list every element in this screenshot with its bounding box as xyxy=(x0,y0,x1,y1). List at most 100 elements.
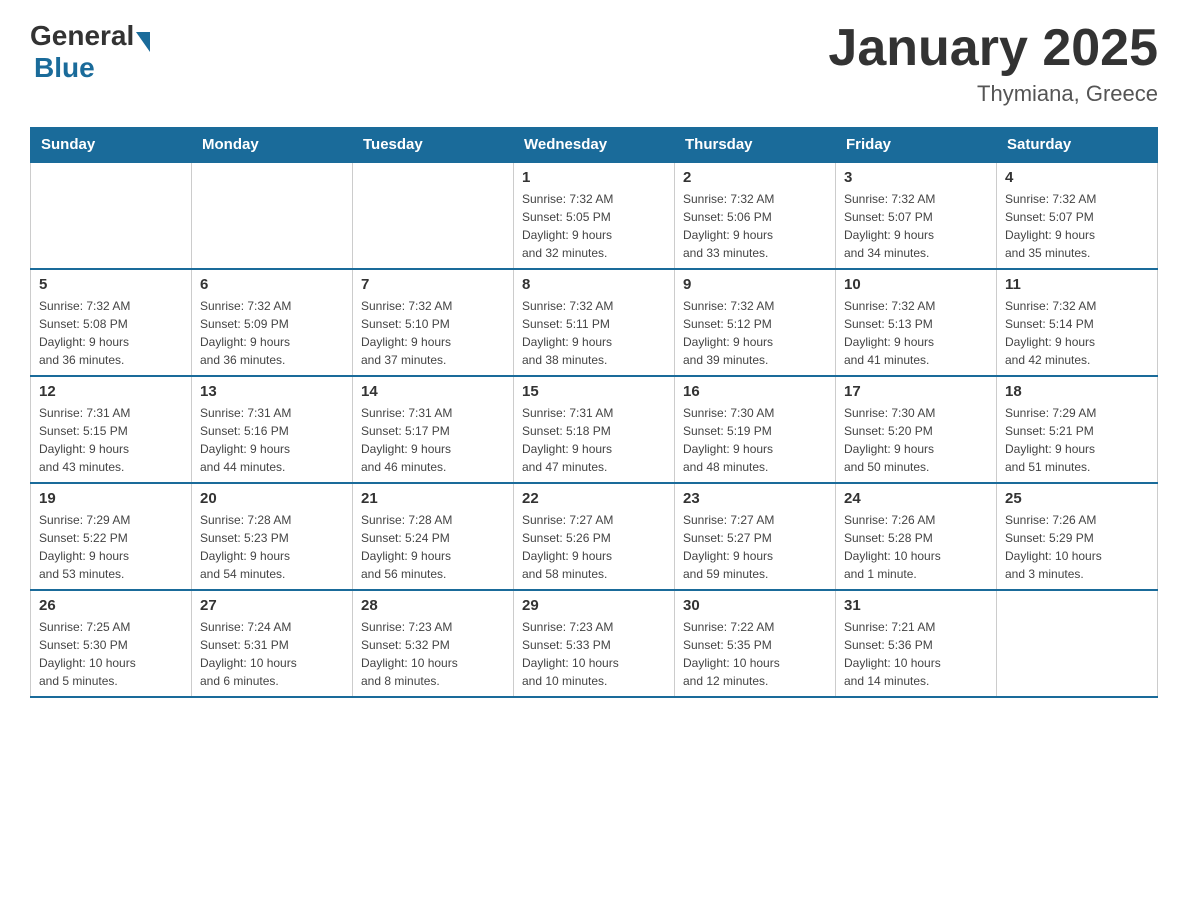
day-number: 1 xyxy=(522,169,666,186)
day-of-week-header: Wednesday xyxy=(514,128,675,163)
calendar-day-cell: 9Sunrise: 7:32 AMSunset: 5:12 PMDaylight… xyxy=(675,269,836,376)
calendar-day-cell: 4 Sunrise: 7:32 AMSunset: 5:07 PMDaylight… xyxy=(997,162,1158,269)
calendar-day-cell: 29Sunrise: 7:23 AMSunset: 5:33 PMDayligh… xyxy=(514,590,675,697)
calendar-day-cell: 5Sunrise: 7:32 AMSunset: 5:08 PMDaylight… xyxy=(31,269,192,376)
day-number: 14 xyxy=(361,383,505,400)
day-info-text: Sunrise: 7:32 AMSunset: 5:07 PMDaylight:… xyxy=(844,190,988,262)
calendar-week-row: 1 Sunrise: 7:32 AMSunset: 5:05 PMDaylight… xyxy=(31,162,1158,269)
day-info-text: Sunrise: 7:31 AMSunset: 5:15 PMDaylight:… xyxy=(39,404,183,476)
calendar-day-cell: 7 Sunrise: 7:32 AMSunset: 5:10 PMDaylight… xyxy=(353,269,514,376)
logo-blue-text: Blue xyxy=(34,52,150,84)
calendar-day-cell: 15Sunrise: 7:31 AMSunset: 5:18 PMDayligh… xyxy=(514,376,675,483)
day-number: 12 xyxy=(39,383,183,400)
day-info-text: Sunrise: 7:32 AMSunset: 5:11 PMDaylight:… xyxy=(522,297,666,369)
day-info-text: Sunrise: 7:21 AMSunset: 5:36 PMDaylight:… xyxy=(844,618,988,690)
day-info-text: Sunrise: 7:26 AMSunset: 5:28 PMDaylight:… xyxy=(844,511,988,583)
day-number: 20 xyxy=(200,490,344,507)
calendar-day-cell: 11 Sunrise: 7:32 AMSunset: 5:14 PMDayligh… xyxy=(997,269,1158,376)
calendar-day-cell: 30Sunrise: 7:22 AMSunset: 5:35 PMDayligh… xyxy=(675,590,836,697)
day-info-text: Sunrise: 7:28 AMSunset: 5:23 PMDaylight:… xyxy=(200,511,344,583)
day-info-text: Sunrise: 7:29 AMSunset: 5:21 PMDaylight:… xyxy=(1005,404,1149,476)
day-info-text: Sunrise: 7:24 AMSunset: 5:31 PMDaylight:… xyxy=(200,618,344,690)
calendar-day-cell: 19 Sunrise: 7:29 AMSunset: 5:22 PMDayligh… xyxy=(31,483,192,590)
day-number: 19 xyxy=(39,490,183,507)
day-info-text: Sunrise: 7:32 AMSunset: 5:06 PMDaylight:… xyxy=(683,190,827,262)
day-number: 22 xyxy=(522,490,666,507)
day-info-text: Sunrise: 7:32 AMSunset: 5:10 PMDaylight:… xyxy=(361,297,505,369)
day-info-text: Sunrise: 7:26 AMSunset: 5:29 PMDaylight:… xyxy=(1005,511,1149,583)
calendar-day-cell: 18 Sunrise: 7:29 AMSunset: 5:21 PMDayligh… xyxy=(997,376,1158,483)
day-info-text: Sunrise: 7:23 AMSunset: 5:32 PMDaylight:… xyxy=(361,618,505,690)
day-info-text: Sunrise: 7:27 AMSunset: 5:27 PMDaylight:… xyxy=(683,511,827,583)
day-info-text: Sunrise: 7:32 AMSunset: 5:08 PMDaylight:… xyxy=(39,297,183,369)
calendar-day-cell: 22 Sunrise: 7:27 AMSunset: 5:26 PMDayligh… xyxy=(514,483,675,590)
day-number: 25 xyxy=(1005,490,1149,507)
calendar-day-cell xyxy=(353,162,514,269)
calendar-title-block: January 2025 Thymiana, Greece xyxy=(828,20,1158,107)
logo: General Blue xyxy=(30,20,150,84)
day-number: 7 xyxy=(361,276,505,293)
calendar-day-cell: 27 Sunrise: 7:24 AMSunset: 5:31 PMDayligh… xyxy=(192,590,353,697)
day-info-text: Sunrise: 7:27 AMSunset: 5:26 PMDaylight:… xyxy=(522,511,666,583)
calendar-day-cell: 3 Sunrise: 7:32 AMSunset: 5:07 PMDaylight… xyxy=(836,162,997,269)
day-number: 4 xyxy=(1005,169,1149,186)
day-info-text: Sunrise: 7:32 AMSunset: 5:05 PMDaylight:… xyxy=(522,190,666,262)
day-number: 18 xyxy=(1005,383,1149,400)
day-of-week-header: Monday xyxy=(192,128,353,163)
day-number: 26 xyxy=(39,597,183,614)
calendar-week-row: 12 Sunrise: 7:31 AMSunset: 5:15 PMDayligh… xyxy=(31,376,1158,483)
day-number: 30 xyxy=(683,597,827,614)
day-number: 10 xyxy=(844,276,988,293)
day-number: 28 xyxy=(361,597,505,614)
calendar-day-cell: 31 Sunrise: 7:21 AMSunset: 5:36 PMDayligh… xyxy=(836,590,997,697)
day-number: 27 xyxy=(200,597,344,614)
calendar-day-cell: 10 Sunrise: 7:32 AMSunset: 5:13 PMDayligh… xyxy=(836,269,997,376)
calendar-header-row: SundayMondayTuesdayWednesdayThursdayFrid… xyxy=(31,128,1158,163)
calendar-day-cell xyxy=(997,590,1158,697)
calendar-day-cell: 13 Sunrise: 7:31 AMSunset: 5:16 PMDayligh… xyxy=(192,376,353,483)
day-number: 29 xyxy=(522,597,666,614)
logo-triangle-icon xyxy=(136,32,150,52)
day-of-week-header: Saturday xyxy=(997,128,1158,163)
day-info-text: Sunrise: 7:31 AMSunset: 5:17 PMDaylight:… xyxy=(361,404,505,476)
calendar-day-cell: 12 Sunrise: 7:31 AMSunset: 5:15 PMDayligh… xyxy=(31,376,192,483)
day-number: 31 xyxy=(844,597,988,614)
calendar-day-cell: 16Sunrise: 7:30 AMSunset: 5:19 PMDayligh… xyxy=(675,376,836,483)
calendar-day-cell: 28 Sunrise: 7:23 AMSunset: 5:32 PMDayligh… xyxy=(353,590,514,697)
calendar-week-row: 26Sunrise: 7:25 AMSunset: 5:30 PMDayligh… xyxy=(31,590,1158,697)
day-number: 24 xyxy=(844,490,988,507)
day-number: 11 xyxy=(1005,276,1149,293)
calendar-day-cell: 26Sunrise: 7:25 AMSunset: 5:30 PMDayligh… xyxy=(31,590,192,697)
calendar-day-cell xyxy=(31,162,192,269)
calendar-day-cell: 6 Sunrise: 7:32 AMSunset: 5:09 PMDaylight… xyxy=(192,269,353,376)
day-info-text: Sunrise: 7:32 AMSunset: 5:13 PMDaylight:… xyxy=(844,297,988,369)
day-number: 2 xyxy=(683,169,827,186)
calendar-table: SundayMondayTuesdayWednesdayThursdayFrid… xyxy=(30,127,1158,698)
day-info-text: Sunrise: 7:31 AMSunset: 5:16 PMDaylight:… xyxy=(200,404,344,476)
day-number: 3 xyxy=(844,169,988,186)
calendar-day-cell: 1 Sunrise: 7:32 AMSunset: 5:05 PMDaylight… xyxy=(514,162,675,269)
calendar-day-cell: 24 Sunrise: 7:26 AMSunset: 5:28 PMDayligh… xyxy=(836,483,997,590)
calendar-week-row: 5Sunrise: 7:32 AMSunset: 5:08 PMDaylight… xyxy=(31,269,1158,376)
day-info-text: Sunrise: 7:32 AMSunset: 5:14 PMDaylight:… xyxy=(1005,297,1149,369)
day-info-text: Sunrise: 7:29 AMSunset: 5:22 PMDaylight:… xyxy=(39,511,183,583)
day-info-text: Sunrise: 7:30 AMSunset: 5:20 PMDaylight:… xyxy=(844,404,988,476)
logo-general-text: General xyxy=(30,20,134,52)
day-number: 6 xyxy=(200,276,344,293)
calendar-day-cell xyxy=(192,162,353,269)
day-number: 16 xyxy=(683,383,827,400)
calendar-day-cell: 14 Sunrise: 7:31 AMSunset: 5:17 PMDayligh… xyxy=(353,376,514,483)
calendar-day-cell: 2 Sunrise: 7:32 AMSunset: 5:06 PMDaylight… xyxy=(675,162,836,269)
calendar-day-cell: 17 Sunrise: 7:30 AMSunset: 5:20 PMDayligh… xyxy=(836,376,997,483)
day-info-text: Sunrise: 7:32 AMSunset: 5:09 PMDaylight:… xyxy=(200,297,344,369)
calendar-day-cell: 8Sunrise: 7:32 AMSunset: 5:11 PMDaylight… xyxy=(514,269,675,376)
calendar-location: Thymiana, Greece xyxy=(828,81,1158,107)
day-number: 9 xyxy=(683,276,827,293)
day-info-text: Sunrise: 7:28 AMSunset: 5:24 PMDaylight:… xyxy=(361,511,505,583)
day-info-text: Sunrise: 7:31 AMSunset: 5:18 PMDaylight:… xyxy=(522,404,666,476)
day-of-week-header: Thursday xyxy=(675,128,836,163)
day-number: 23 xyxy=(683,490,827,507)
day-number: 13 xyxy=(200,383,344,400)
day-info-text: Sunrise: 7:32 AMSunset: 5:07 PMDaylight:… xyxy=(1005,190,1149,262)
day-number: 17 xyxy=(844,383,988,400)
